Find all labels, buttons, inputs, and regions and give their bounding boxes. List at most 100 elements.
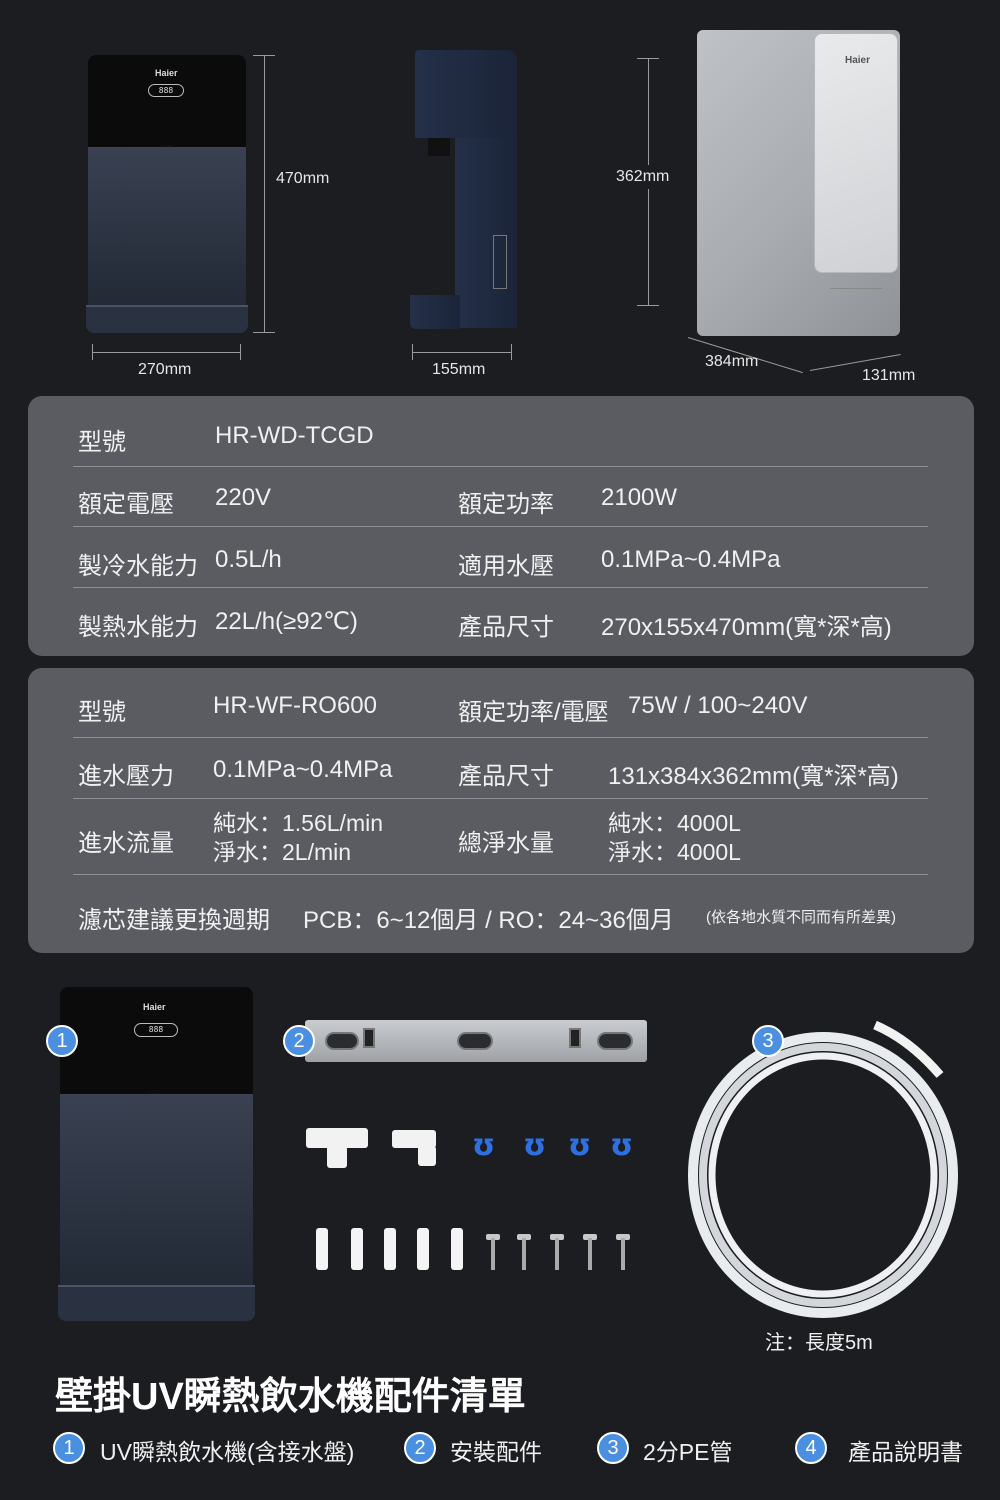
spec-value: 0.1MPa~0.4MPa	[601, 546, 781, 573]
tee-fitting-leg	[327, 1146, 347, 1168]
legend-item-text: 安裝配件	[450, 1439, 542, 1465]
screw	[491, 1238, 495, 1270]
dispenser-height-label: 470mm	[276, 170, 330, 187]
wall-anchor	[316, 1228, 328, 1270]
spec-label: 額定功率	[458, 491, 554, 518]
pipe-clip: ʊ	[568, 1128, 592, 1163]
bracket-slot	[569, 1028, 581, 1048]
dispenser-body	[60, 1094, 253, 1287]
side-view-ports	[493, 235, 507, 289]
row-divider	[73, 874, 928, 875]
dispenser-drip-tray	[58, 1285, 255, 1321]
row-divider	[73, 798, 928, 799]
purifier-brand-logo: Haier	[845, 55, 871, 66]
spec-value: 220V	[215, 484, 272, 511]
purifier-depth-label: 384mm	[705, 353, 759, 370]
wall-anchor	[384, 1228, 396, 1270]
spec-label: 產品尺寸	[458, 614, 554, 641]
pe-pipe-coil	[688, 1020, 958, 1318]
pipe-clip: ʊ	[523, 1128, 547, 1163]
dimension-cap	[240, 344, 241, 360]
dispenser-brand-logo: Haier	[143, 1002, 166, 1012]
screw	[588, 1238, 592, 1270]
dispenser-display: 888	[148, 84, 184, 97]
spec-value: 0.5L/h	[215, 546, 282, 573]
spec-value: 131x384x362mm(寬*深*高)	[608, 763, 899, 790]
legend-item-text: 2分PE管	[643, 1439, 733, 1465]
purifier-height-label: 362mm	[616, 165, 670, 189]
spec-panel-purifier: 型號 HR-WF-RO600 額定功率/電壓 75W / 100~240V 進水…	[28, 668, 974, 953]
legend-number: 4	[795, 1432, 827, 1464]
spec-label: 產品尺寸	[458, 763, 554, 790]
marker-1: 1	[46, 1025, 78, 1057]
legend-number: 2	[404, 1432, 436, 1464]
spec-label: 總淨水量	[458, 830, 554, 857]
row-divider	[73, 526, 928, 527]
spec-footnote: (依各地水質不同而有所差異)	[706, 909, 896, 926]
model-value: HR-WD-TCGD	[215, 422, 374, 449]
dimension-line-width	[92, 352, 240, 353]
marker-3: 3	[752, 1025, 784, 1057]
bracket-slot	[457, 1032, 493, 1050]
spec-value-line: 純水：1.56L/min	[213, 810, 384, 836]
dimension-cap	[637, 58, 659, 59]
dimension-cap	[253, 332, 275, 333]
side-view-back	[455, 138, 517, 328]
legend-item-text: UV瞬熱飲水機(含接水盤)	[100, 1439, 355, 1465]
spec-panel-dispenser: 型號 HR-WD-TCGD 額定電壓 220V 額定功率 2100W 製冷水能力…	[28, 396, 974, 656]
spec-value-line: 淨水：2L/min	[213, 839, 352, 865]
bracket-slot	[325, 1032, 359, 1050]
dimension-cap	[511, 344, 512, 360]
spec-label: 進水壓力	[78, 763, 174, 790]
dispenser-body	[88, 147, 246, 307]
pipe-clip: ʊ	[610, 1128, 634, 1163]
tee-fitting	[306, 1128, 368, 1148]
purifier-indicator-lights	[830, 288, 882, 316]
side-view-tray	[410, 295, 460, 329]
dimension-cap	[92, 344, 93, 360]
purifier-front-panel	[814, 33, 898, 273]
bracket-slot	[597, 1032, 633, 1050]
screw	[555, 1238, 559, 1270]
model-value: HR-WF-RO600	[213, 692, 378, 719]
dimension-line-depth	[412, 352, 512, 353]
dispenser-drip-tray	[86, 305, 248, 333]
spec-label: 製熱水能力	[78, 614, 198, 641]
spec-value: 22L/h(≥92℃)	[215, 608, 358, 635]
spec-value-line: 純水：4000L	[608, 810, 741, 836]
dimension-cap	[412, 344, 413, 360]
dimension-cap	[637, 305, 659, 306]
wall-anchor	[451, 1228, 463, 1270]
spec-label: 適用水壓	[458, 553, 554, 580]
row-divider	[73, 587, 928, 588]
model-label: 型號	[78, 699, 126, 726]
spec-value: 0.1MPa~0.4MPa	[213, 756, 393, 783]
dispenser-display: 888	[134, 1023, 178, 1037]
pipe-clip: ʊ	[472, 1128, 496, 1163]
purifier-width-label: 131mm	[862, 367, 916, 384]
screw	[522, 1238, 526, 1270]
screw	[621, 1238, 625, 1270]
row-divider	[73, 737, 928, 738]
spec-value: PCB：6~12個月 / RO：24~36個月	[303, 907, 674, 934]
dimension-cap	[253, 55, 275, 56]
dispenser-depth-label: 155mm	[432, 361, 486, 378]
model-label: 型號	[78, 429, 126, 456]
dispenser-width-label: 270mm	[138, 361, 192, 378]
marker-2: 2	[283, 1025, 315, 1057]
legend-item-text: 產品說明書	[848, 1439, 963, 1465]
spec-label: 製冷水能力	[78, 553, 198, 580]
legend-number: 3	[597, 1432, 629, 1464]
spec-label: 額定功率/電壓	[458, 699, 609, 726]
spec-value-line: 淨水：4000L	[608, 839, 741, 865]
dispenser-brand-logo: Haier	[155, 68, 178, 78]
wall-anchor	[417, 1228, 429, 1270]
dimension-line-height	[264, 55, 265, 333]
mounting-bracket	[305, 1020, 647, 1062]
spec-value: 75W / 100~240V	[628, 692, 808, 719]
row-divider	[73, 466, 928, 467]
wall-anchor	[351, 1228, 363, 1270]
spec-value: 270x155x470mm(寬*深*高)	[601, 614, 892, 641]
spec-label: 進水流量	[78, 830, 174, 857]
pipe-length-note: 注：長度5m	[765, 1332, 873, 1354]
